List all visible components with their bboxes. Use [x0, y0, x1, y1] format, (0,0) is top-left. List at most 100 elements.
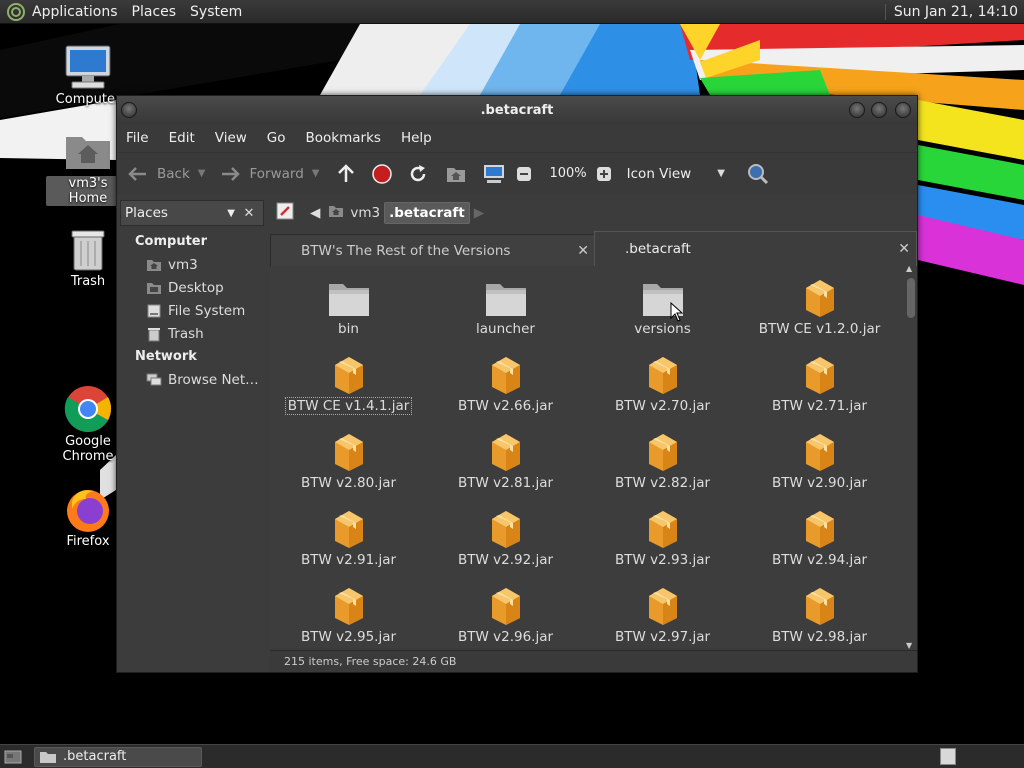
folder-item[interactable]: versions: [584, 266, 741, 343]
window-titlebar[interactable]: .betacraft: [117, 96, 917, 124]
system-menu[interactable]: System: [190, 4, 242, 20]
workspace-switcher[interactable]: [940, 748, 956, 765]
up-button[interactable]: [335, 163, 357, 185]
desktop-icon-label: Trash: [70, 274, 106, 289]
window-menu-button[interactable]: [121, 102, 137, 118]
path-segment-vm3[interactable]: vm3: [324, 200, 384, 226]
taskbar-item-betacraft[interactable]: .betacraft: [34, 746, 202, 767]
file-item[interactable]: BTW CE v1.4.1.jar: [270, 343, 427, 420]
menu-bookmarks[interactable]: Bookmarks: [306, 130, 381, 146]
tab-close-icon[interactable]: ✕: [898, 241, 910, 257]
file-name-label: BTW v2.90.jar: [771, 475, 868, 491]
trash-icon: [146, 326, 162, 342]
jar-archive-icon: [796, 426, 844, 472]
path-segment-label: vm3: [350, 205, 381, 221]
tab-btw-rest-of-versions[interactable]: BTW's The Rest of the Versions ✕: [270, 234, 596, 266]
file-name-label: BTW v2.71.jar: [771, 398, 868, 414]
file-item[interactable]: BTW v2.66.jar: [427, 343, 584, 420]
computer-button[interactable]: [483, 163, 505, 185]
chevron-left-icon: ◀: [310, 205, 321, 221]
chevron-right-icon: ▶: [473, 205, 485, 221]
folder-item[interactable]: launcher: [427, 266, 584, 343]
jar-archive-icon: [325, 503, 373, 549]
tab-betacraft[interactable]: .betacraft ✕: [594, 231, 917, 266]
status-text: 215 items, Free space: 24.6 GB: [284, 655, 457, 668]
file-view[interactable]: bin launcher versions BTW CE v1.2.0.jar BTW …: [270, 266, 905, 648]
file-item[interactable]: BTW CE v1.2.0.jar: [741, 266, 898, 343]
sidebar-item-label: vm3: [168, 256, 198, 273]
sidebar-close-button[interactable]: ✕: [237, 200, 261, 226]
file-item[interactable]: BTW v2.96.jar: [427, 574, 584, 648]
file-item[interactable]: BTW v2.95.jar: [270, 574, 427, 648]
menu-go[interactable]: Go: [267, 130, 286, 146]
file-item[interactable]: BTW v2.97.jar: [584, 574, 741, 648]
file-item[interactable]: BTW v2.93.jar: [584, 497, 741, 574]
tab-close-icon[interactable]: ✕: [577, 243, 589, 259]
applications-menu[interactable]: Applications: [32, 4, 118, 20]
taskbar-item-label: .betacraft: [63, 749, 127, 764]
places-menu[interactable]: Places: [132, 4, 177, 20]
scrollbar-thumb[interactable]: [907, 278, 915, 318]
file-name-label: BTW v2.82.jar: [614, 475, 711, 491]
file-item[interactable]: BTW v2.98.jar: [741, 574, 898, 648]
menu-help[interactable]: Help: [401, 130, 432, 146]
sidebar-item-browse-network[interactable]: Browse Net…: [120, 368, 266, 391]
path-scroll-left-button[interactable]: ◀: [306, 200, 324, 226]
jar-archive-icon: [482, 503, 530, 549]
mouse-cursor-icon: [670, 302, 684, 322]
file-name-label: BTW v2.70.jar: [614, 398, 711, 414]
search-icon: [747, 163, 769, 185]
menu-file[interactable]: File: [126, 130, 149, 146]
scroll-up-arrow-icon[interactable]: ▲: [906, 264, 912, 273]
zoom-in-button[interactable]: [593, 163, 615, 185]
file-item[interactable]: BTW v2.71.jar: [741, 343, 898, 420]
path-segment-betacraft[interactable]: .betacraft: [384, 202, 470, 224]
menu-edit[interactable]: Edit: [169, 130, 195, 146]
sidebar-item-filesystem[interactable]: File System: [120, 299, 266, 322]
path-segment-label: .betacraft: [389, 205, 465, 221]
file-item[interactable]: BTW v2.90.jar: [741, 420, 898, 497]
stop-button[interactable]: [371, 163, 393, 185]
sidebar-pane-dropdown-icon: ▼: [227, 207, 235, 219]
mate-logo-icon[interactable]: [6, 2, 26, 22]
toggle-location-entry-button[interactable]: [272, 200, 298, 226]
search-button[interactable]: [747, 163, 769, 185]
view-mode-select[interactable]: Icon View ▼: [627, 166, 725, 182]
maximize-button[interactable]: [871, 102, 887, 118]
menubar: File Edit View Go Bookmarks Help: [117, 124, 917, 152]
back-button[interactable]: Back ▼: [127, 163, 205, 185]
file-name-label: BTW v2.93.jar: [614, 552, 711, 568]
close-button[interactable]: [895, 102, 911, 118]
sidebar-item-vm3[interactable]: vm3: [120, 253, 266, 276]
show-desktop-button[interactable]: [2, 747, 24, 767]
file-item[interactable]: BTW v2.94.jar: [741, 497, 898, 574]
sidebar-item-trash[interactable]: Trash: [120, 322, 266, 345]
file-item[interactable]: BTW v2.82.jar: [584, 420, 741, 497]
scroll-down-arrow-icon[interactable]: ▼: [906, 641, 912, 650]
menu-view[interactable]: View: [215, 130, 247, 146]
forward-history-dropdown-icon[interactable]: ▼: [312, 168, 320, 179]
file-name-label: BTW v2.98.jar: [771, 629, 868, 645]
forward-button[interactable]: Forward ▼: [219, 163, 319, 185]
folder-item[interactable]: bin: [270, 266, 427, 343]
sidebar-item-desktop[interactable]: Desktop: [120, 276, 266, 299]
file-item[interactable]: BTW v2.70.jar: [584, 343, 741, 420]
file-name-label: BTW v2.81.jar: [457, 475, 554, 491]
path-scroll-right-button[interactable]: ▶: [470, 200, 488, 226]
back-history-dropdown-icon[interactable]: ▼: [198, 168, 206, 179]
file-item[interactable]: BTW v2.81.jar: [427, 420, 584, 497]
file-name-label: versions: [634, 321, 691, 337]
clock[interactable]: Sun Jan 21, 14:10: [884, 3, 1018, 20]
file-item[interactable]: BTW v2.80.jar: [270, 420, 427, 497]
zoom-out-button[interactable]: [513, 163, 535, 185]
file-name-label: BTW CE v1.4.1.jar: [284, 397, 413, 415]
forward-arrow-icon: [219, 163, 241, 185]
file-item[interactable]: BTW v2.91.jar: [270, 497, 427, 574]
file-item[interactable]: BTW v2.92.jar: [427, 497, 584, 574]
home-button[interactable]: [445, 163, 467, 185]
vertical-scrollbar[interactable]: ▲ ▼: [905, 264, 917, 650]
reload-button[interactable]: [407, 163, 429, 185]
minimize-button[interactable]: [849, 102, 865, 118]
sidebar-item-label: File System: [168, 302, 246, 319]
jar-archive-icon: [796, 272, 844, 318]
